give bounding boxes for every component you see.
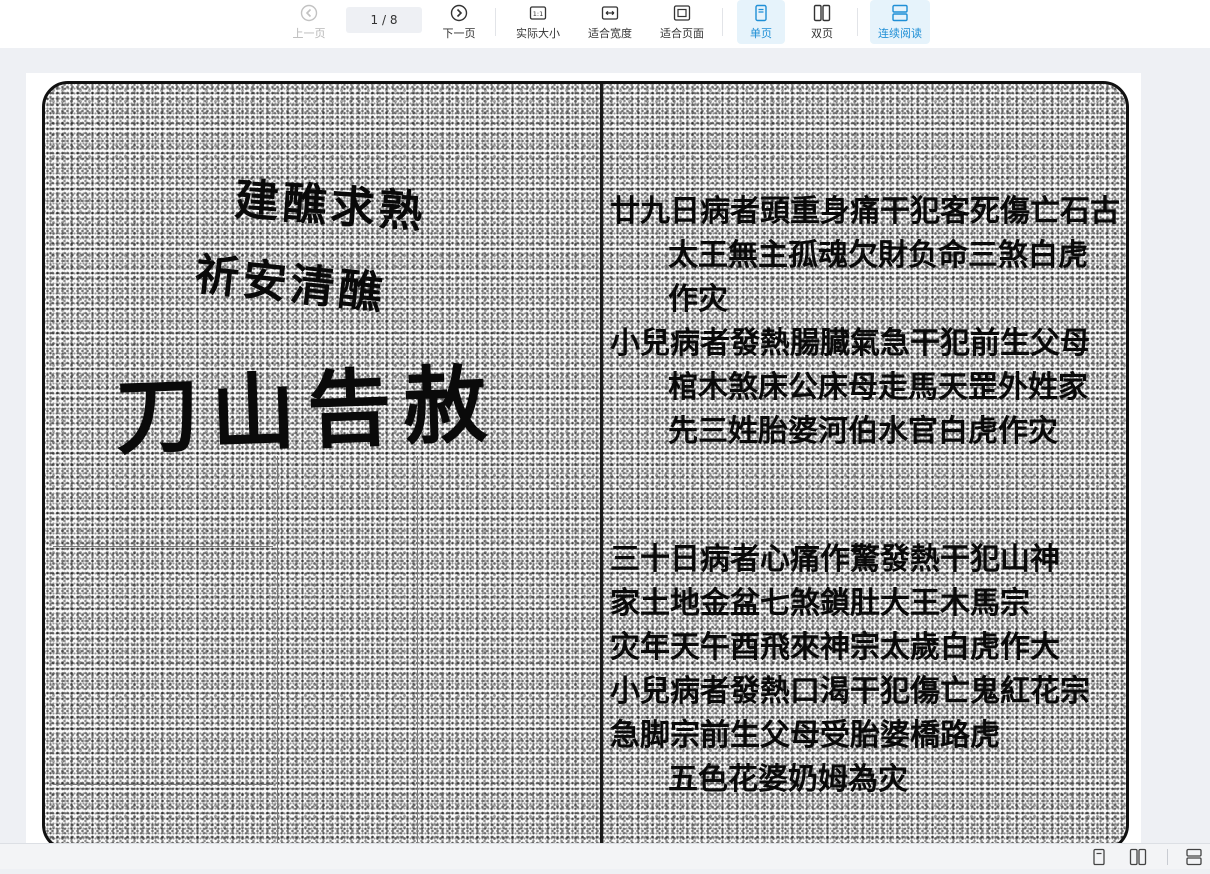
- text-line: 三十日病者心痛作驚發熱干犯山神: [610, 542, 1060, 577]
- left-title-line1: 建醮求熟: [233, 174, 429, 239]
- toolbar-divider: [495, 8, 496, 36]
- text-line: 急脚宗前生父母受胎婆橋路虎: [610, 718, 1000, 753]
- page-fold-line: [600, 84, 603, 844]
- fit-width-button[interactable]: 适合宽度: [582, 0, 638, 44]
- text-line: 灾年天午酉飛來神宗太歲白虎作大: [610, 630, 1060, 665]
- continuous-read-icon[interactable]: [1185, 848, 1203, 866]
- prev-page-button[interactable]: 上一页: [287, 0, 331, 44]
- text-line: 小兒病者發熱口渴干犯傷亡鬼紅花宗: [610, 674, 1090, 709]
- double-page-label: 双页: [811, 27, 833, 40]
- single-page-icon[interactable]: [1090, 848, 1108, 866]
- statusbar-divider: [1167, 849, 1168, 865]
- toolbar-divider: [857, 8, 858, 36]
- ghost-rule: [417, 456, 418, 844]
- viewer-toolbar: 上一页 1 / 8 下一页 1:1 实际大小 适合宽度 适合页面 单页 双页 连…: [0, 0, 1210, 48]
- double-page-button[interactable]: 双页: [798, 0, 846, 44]
- actual-size-button[interactable]: 1:1 实际大小: [510, 0, 566, 44]
- text-line: 先三姓胎婆河伯水官白虎作灾: [668, 414, 1058, 449]
- one-to-one-icon-text: 1:1: [533, 10, 543, 18]
- circle-chevron-right-icon: [450, 4, 468, 22]
- text-line: 廿九日病者頭重身痛干犯客死傷亡石古: [610, 194, 1120, 229]
- prev-page-label: 上一页: [292, 27, 326, 40]
- continuous-read-button[interactable]: 连续阅读: [870, 0, 930, 44]
- text-line: 小兒病者發熱腸臓氣急干犯前生父母: [610, 326, 1090, 361]
- one-to-one-icon: 1:1: [529, 6, 547, 20]
- ghost-rule: [53, 546, 273, 547]
- ghost-rule: [277, 456, 278, 844]
- double-page-icon[interactable]: [1129, 848, 1147, 866]
- text-line: 五色花婆奶姆為灾: [668, 762, 908, 797]
- fit-page-label: 适合页面: [660, 27, 704, 40]
- page-indicator[interactable]: 1 / 8: [346, 7, 422, 33]
- text-line: 家土地金盆七煞鎖肚大王木馬宗: [610, 586, 1030, 621]
- double-page-icon: [813, 4, 831, 22]
- fit-page-button[interactable]: 适合页面: [654, 0, 710, 44]
- text-line: 棺木煞床公床母走馬天罡外姓家: [668, 370, 1088, 405]
- circle-chevron-left-icon: [300, 4, 318, 22]
- text-line: 作灾: [668, 282, 728, 317]
- fit-width-label: 适合宽度: [588, 27, 632, 40]
- next-page-button[interactable]: 下一页: [437, 0, 481, 44]
- fit-page-icon: [673, 5, 691, 21]
- single-page-icon: [755, 4, 767, 22]
- page-indicator-text: 1 / 8: [370, 13, 398, 27]
- next-page-label: 下一页: [442, 27, 476, 40]
- toolbar-divider: [722, 8, 723, 36]
- ghost-rule: [53, 784, 273, 785]
- actual-size-label: 实际大小: [516, 27, 560, 40]
- text-gap: [610, 454, 1140, 538]
- single-page-label: 单页: [750, 27, 772, 40]
- scanned-manuscript-image: 建醮求熟 祈安清醮 刀山告赦 廿九日病者頭重身痛干犯客死傷亡石古 太王無主孤魂欠…: [42, 81, 1129, 844]
- continuous-read-label: 连续阅读: [878, 27, 922, 40]
- single-page-button[interactable]: 单页: [737, 0, 785, 44]
- left-main-title: 刀山告赦: [113, 354, 501, 467]
- right-page-text: 廿九日病者頭重身痛干犯客死傷亡石古 太王無主孤魂欠財负命三煞白虎 作灾 小兒病者…: [610, 190, 1140, 802]
- text-line: 太王無主孤魂欠財负命三煞白虎: [668, 238, 1088, 273]
- document-page[interactable]: 建醮求熟 祈安清醮 刀山告赦 廿九日病者頭重身痛干犯客死傷亡石古 太王無主孤魂欠…: [26, 73, 1141, 844]
- left-title-line2: 祈安清醮: [192, 249, 389, 320]
- bottom-status-bar: [0, 843, 1210, 869]
- continuous-read-icon: [892, 4, 908, 22]
- fit-width-icon: [601, 6, 619, 20]
